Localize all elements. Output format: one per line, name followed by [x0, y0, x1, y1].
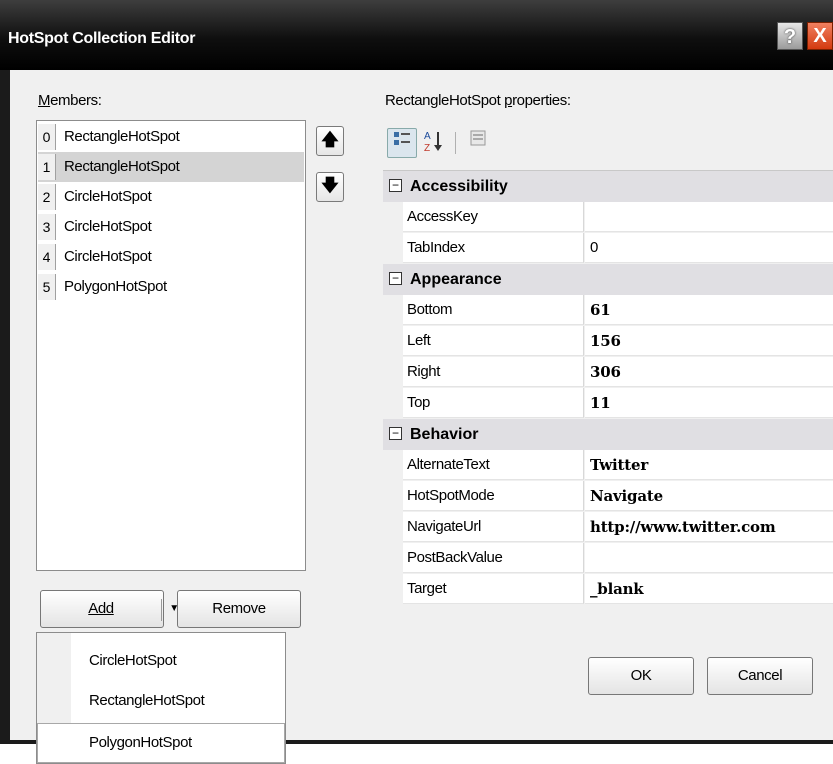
- menu-item-polygonhotspot[interactable]: PolygonHotSpot: [89, 725, 192, 761]
- members-label-rest: embers:: [50, 92, 102, 109]
- arrow-down-icon: 🡇: [321, 176, 339, 195]
- property-row-right[interactable]: Right 306: [383, 357, 833, 388]
- collapse-icon[interactable]: −: [389, 272, 402, 285]
- svg-text:Z: Z: [424, 143, 430, 154]
- list-item[interactable]: 5 PolygonHotSpot: [38, 272, 304, 302]
- property-grid: − Accessibility AccessKey TabIndex 0 − A…: [383, 170, 833, 633]
- help-button[interactable]: ?: [777, 22, 803, 50]
- move-up-button[interactable]: 🡅: [316, 126, 344, 156]
- property-name: Top: [403, 388, 584, 418]
- property-name: AlternateText: [403, 450, 584, 480]
- properties-label: RectangleHotSpot properties:: [385, 92, 571, 109]
- member-name: CircleHotSpot: [64, 248, 152, 265]
- properties-toolbar: AZ: [383, 120, 833, 170]
- collapse-icon[interactable]: −: [389, 179, 402, 192]
- member-name: RectangleHotSpot: [64, 158, 180, 175]
- toolbar-separator: [455, 132, 456, 154]
- cancel-label: Cancel: [737, 667, 783, 684]
- property-row-hotspotmode[interactable]: HotSpotMode Navigate: [383, 481, 833, 512]
- property-value[interactable]: [585, 202, 833, 232]
- alphabetical-icon[interactable]: AZ: [419, 128, 449, 158]
- property-name: Bottom: [403, 295, 584, 325]
- property-row-navigateurl[interactable]: NavigateUrl http://www.twitter.com: [383, 512, 833, 543]
- member-index: 1: [38, 154, 56, 180]
- property-row-tabindex[interactable]: TabIndex 0: [383, 233, 833, 264]
- help-icon: ?: [783, 26, 797, 48]
- category-accessibility[interactable]: − Accessibility: [383, 171, 833, 202]
- svg-text:A: A: [424, 131, 431, 142]
- move-down-button[interactable]: 🡇: [316, 172, 344, 202]
- property-name: NavigateUrl: [403, 512, 584, 542]
- property-name: AccessKey: [403, 202, 584, 232]
- property-row-accesskey[interactable]: AccessKey: [383, 202, 833, 233]
- add-label: Add: [88, 600, 114, 617]
- property-value[interactable]: 61: [585, 295, 833, 325]
- property-name: Left: [403, 326, 584, 356]
- add-dropdown-menu: CircleHotSpot RectangleHotSpot PolygonHo…: [36, 632, 286, 764]
- menu-gutter: [37, 633, 71, 723]
- property-value[interactable]: http://www.twitter.com: [585, 512, 833, 542]
- arrow-up-icon: 🡅: [321, 130, 339, 149]
- member-index: 4: [38, 244, 56, 270]
- property-row-bottom[interactable]: Bottom 61: [383, 295, 833, 326]
- categorized-icon[interactable]: [387, 128, 417, 158]
- property-row-left[interactable]: Left 156: [383, 326, 833, 357]
- category-name: Appearance: [410, 271, 502, 288]
- add-button-label: Add: [41, 591, 161, 627]
- add-split-button[interactable]: Add ▼: [40, 590, 179, 628]
- list-item[interactable]: 0 RectangleHotSpot: [38, 122, 304, 152]
- member-index: 0: [38, 124, 56, 150]
- category-name: Accessibility: [410, 178, 508, 195]
- collapse-icon[interactable]: −: [389, 427, 402, 440]
- category-name: Behavior: [410, 426, 479, 443]
- close-button[interactable]: X: [807, 22, 833, 50]
- property-name: HotSpotMode: [403, 481, 584, 511]
- members-label: Members:: [38, 92, 102, 109]
- list-item[interactable]: 2 CircleHotSpot: [38, 182, 304, 212]
- property-row-alternatetext[interactable]: AlternateText Twitter: [383, 450, 833, 481]
- list-item[interactable]: 4 CircleHotSpot: [38, 242, 304, 272]
- menu-item-rectanglehotspot[interactable]: RectangleHotSpot: [89, 683, 205, 719]
- member-name: RectangleHotSpot: [64, 128, 180, 145]
- property-value[interactable]: 156: [585, 326, 833, 356]
- property-name: Target: [403, 574, 584, 604]
- property-value[interactable]: Twitter: [585, 450, 833, 480]
- remove-button[interactable]: Remove: [177, 590, 301, 628]
- property-row-top[interactable]: Top 11: [383, 388, 833, 419]
- member-index: 3: [38, 214, 56, 240]
- cancel-button[interactable]: Cancel: [707, 657, 813, 695]
- property-name: TabIndex: [403, 233, 584, 263]
- add-split-divider: [161, 599, 162, 621]
- member-index: 2: [38, 184, 56, 210]
- property-value[interactable]: _blank: [585, 574, 833, 604]
- remove-label: Remove: [212, 600, 266, 617]
- property-value[interactable]: Navigate: [585, 481, 833, 511]
- category-behavior[interactable]: − Behavior: [383, 419, 833, 450]
- list-item-selected[interactable]: 1 RectangleHotSpot: [38, 152, 304, 182]
- member-index: 5: [38, 274, 56, 300]
- property-row-postbackvalue[interactable]: PostBackValue: [383, 543, 833, 574]
- member-name: CircleHotSpot: [64, 188, 152, 205]
- window-title: HotSpot Collection Editor: [8, 30, 196, 47]
- property-value[interactable]: 0: [585, 233, 833, 263]
- ok-button[interactable]: OK: [588, 657, 694, 695]
- property-value[interactable]: [585, 543, 833, 573]
- ok-label: OK: [630, 667, 652, 684]
- property-value[interactable]: 306: [585, 357, 833, 387]
- property-row-target[interactable]: Target _blank: [383, 574, 833, 605]
- category-appearance[interactable]: − Appearance: [383, 264, 833, 295]
- close-icon: X: [813, 25, 827, 47]
- window-frame-left: [0, 70, 10, 744]
- member-name: CircleHotSpot: [64, 218, 152, 235]
- property-name: Right: [403, 357, 584, 387]
- list-item[interactable]: 3 CircleHotSpot: [38, 212, 304, 242]
- member-name: PolygonHotSpot: [64, 278, 167, 295]
- title-bar[interactable]: HotSpot Collection Editor ? X: [0, 0, 833, 70]
- members-list[interactable]: 0 RectangleHotSpot 1 RectangleHotSpot 2 …: [36, 120, 306, 571]
- property-pages-icon[interactable]: [463, 128, 493, 158]
- menu-item-circlehotspot[interactable]: CircleHotSpot: [89, 643, 177, 679]
- property-name: PostBackValue: [403, 543, 584, 573]
- property-value[interactable]: 11: [585, 388, 833, 418]
